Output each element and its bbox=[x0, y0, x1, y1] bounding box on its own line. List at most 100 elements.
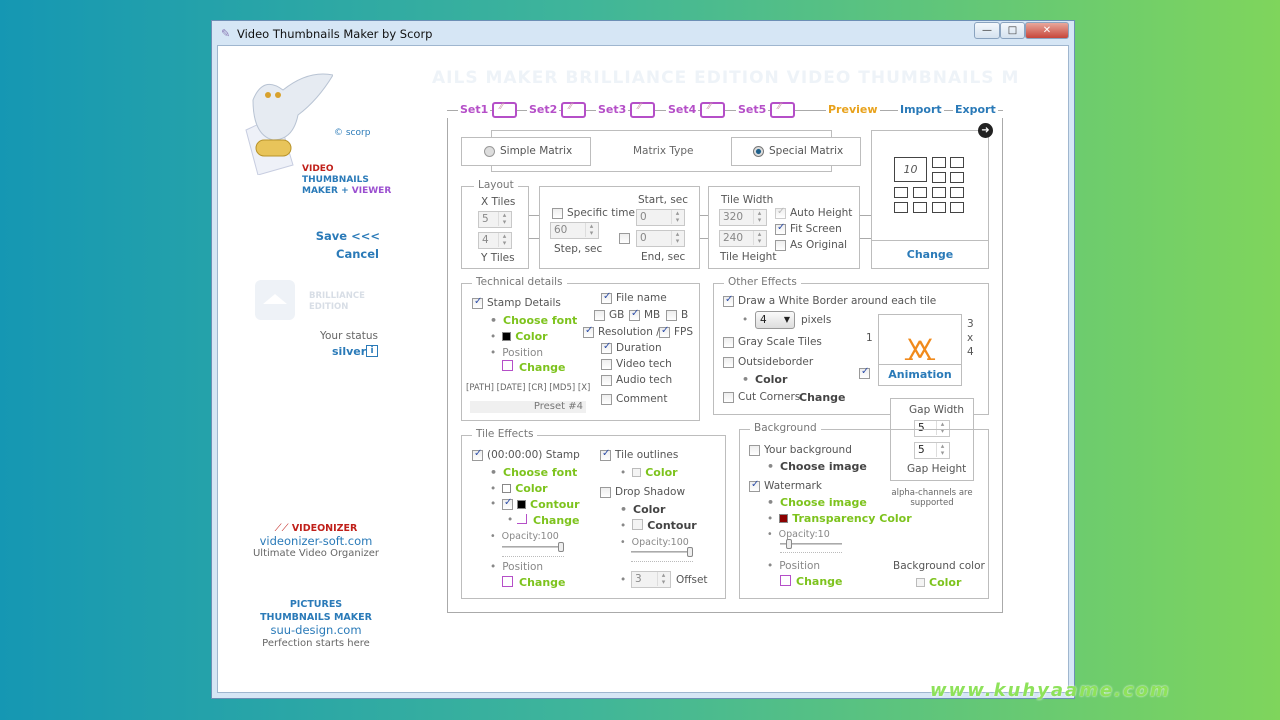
end-spinner[interactable]: 0 bbox=[636, 230, 685, 247]
tile-outlines-checkbox[interactable] bbox=[600, 448, 611, 461]
gb-checkbox[interactable] bbox=[594, 310, 605, 321]
border-px-dropdown[interactable]: 4 ▼ bbox=[755, 311, 795, 329]
cut-corners-checkbox[interactable] bbox=[723, 392, 734, 403]
shadow-contour-link[interactable]: Contour bbox=[647, 519, 697, 532]
tile-choose-font-link[interactable]: Choose font bbox=[490, 466, 577, 479]
set4-edit-icon[interactable] bbox=[700, 102, 725, 118]
animation-checkbox[interactable] bbox=[859, 366, 870, 379]
bg-choose-image-link[interactable]: Choose image bbox=[767, 460, 867, 473]
outline-color-swatch[interactable] bbox=[632, 468, 642, 477]
nav-set5[interactable]: Set5 bbox=[736, 103, 769, 116]
transparency-swatch[interactable] bbox=[779, 514, 789, 523]
b-checkbox[interactable] bbox=[666, 310, 677, 321]
duration-checkbox[interactable] bbox=[601, 341, 612, 354]
stamp-details-checkbox[interactable] bbox=[472, 296, 483, 309]
x-tiles-spinner[interactable]: 5 bbox=[478, 211, 512, 228]
your-background-checkbox[interactable] bbox=[749, 445, 760, 456]
info-icon[interactable]: i bbox=[366, 345, 378, 357]
special-matrix-option[interactable]: Special Matrix bbox=[731, 137, 861, 166]
tile-color-item[interactable]: Color bbox=[490, 482, 548, 495]
promo-url[interactable]: suu-design.com bbox=[216, 624, 416, 637]
start-spinner[interactable]: 0 bbox=[636, 209, 685, 226]
end-time-checkbox[interactable] bbox=[619, 233, 630, 244]
color-swatch[interactable] bbox=[502, 332, 512, 341]
arrow-right-icon[interactable]: ➜ bbox=[978, 123, 993, 138]
comment-checkbox[interactable] bbox=[601, 394, 612, 405]
specific-time-checkbox[interactable] bbox=[552, 208, 563, 219]
tile-height-spinner[interactable]: 240 bbox=[719, 230, 767, 247]
special-matrix-radio[interactable] bbox=[753, 146, 764, 157]
as-original-checkbox[interactable] bbox=[775, 240, 786, 251]
video-tech-checkbox[interactable] bbox=[601, 359, 612, 370]
cut-corners-change-link[interactable]: Change bbox=[799, 391, 846, 404]
preset-field[interactable]: Preset #4 bbox=[470, 401, 586, 413]
nav-preview[interactable]: Preview bbox=[826, 103, 880, 116]
mb-checkbox[interactable] bbox=[629, 308, 640, 321]
nav-set3[interactable]: Set3 bbox=[596, 103, 629, 116]
drop-shadow-checkbox[interactable] bbox=[600, 487, 611, 498]
tile-position-change-link[interactable]: Change bbox=[519, 576, 566, 589]
watermark-opacity-slider-thumb[interactable] bbox=[785, 539, 792, 549]
close-button[interactable]: ✕ bbox=[1025, 22, 1069, 39]
watermark-choose-image-link[interactable]: Choose image bbox=[767, 496, 867, 509]
fit-screen-checkbox[interactable] bbox=[775, 222, 786, 235]
simple-matrix-radio[interactable] bbox=[484, 146, 495, 157]
color-swatch[interactable] bbox=[502, 484, 512, 493]
shadow-contour-swatch[interactable] bbox=[632, 519, 644, 530]
simple-matrix-option[interactable]: Simple Matrix bbox=[461, 137, 591, 166]
y-tiles-spinner[interactable]: 4 bbox=[478, 232, 512, 249]
color-link[interactable]: Color bbox=[515, 330, 547, 343]
gray-scale-checkbox[interactable] bbox=[723, 337, 734, 348]
animation-box[interactable]: 🝪 Animation bbox=[878, 314, 962, 386]
save-button[interactable]: Save <<< bbox=[316, 229, 380, 243]
promo-pictures[interactable]: PICTURES THUMBNAILS MAKER suu-design.com… bbox=[216, 598, 416, 650]
tile-width-spinner[interactable]: 320 bbox=[719, 209, 767, 226]
stamp-checkbox[interactable] bbox=[472, 448, 483, 461]
nav-export[interactable]: Export bbox=[953, 103, 998, 116]
animation-button[interactable]: Animation bbox=[879, 368, 961, 381]
stamp-change-link[interactable]: Change bbox=[533, 514, 580, 527]
maximize-button[interactable]: □ bbox=[1000, 22, 1025, 39]
step-spinner[interactable]: 60 bbox=[550, 222, 599, 239]
color-item[interactable]: Color bbox=[490, 330, 548, 343]
contour-swatch[interactable] bbox=[517, 500, 526, 509]
promo-videonizer[interactable]: ⟋⟋ VIDEONIZER videonizer-soft.com Ultima… bbox=[216, 522, 416, 559]
white-border-checkbox[interactable] bbox=[723, 294, 734, 307]
set1-edit-icon[interactable] bbox=[492, 102, 517, 118]
outside-border-checkbox[interactable] bbox=[723, 357, 734, 368]
nav-import[interactable]: Import bbox=[898, 103, 944, 116]
set2-edit-icon[interactable] bbox=[561, 102, 586, 118]
set3-edit-icon[interactable] bbox=[630, 102, 655, 118]
transparency-color-link[interactable]: Transparency Color bbox=[792, 512, 911, 525]
stamp-tokens[interactable]: [PATH] [DATE] [CR] [MD5] [X] bbox=[466, 383, 590, 393]
background-color-swatch[interactable] bbox=[916, 578, 925, 587]
resolution-checkbox[interactable] bbox=[583, 325, 594, 338]
auto-height-checkbox[interactable] bbox=[775, 206, 786, 219]
shadow-opacity-slider[interactable] bbox=[631, 551, 693, 553]
shadow-color-link[interactable]: Color bbox=[620, 503, 665, 516]
file-name-checkbox[interactable] bbox=[601, 291, 612, 304]
watermark-checkbox[interactable] bbox=[749, 479, 760, 492]
fps-checkbox[interactable] bbox=[659, 325, 670, 338]
offset-spinner[interactable]: 3 bbox=[631, 571, 671, 588]
cancel-button[interactable]: Cancel bbox=[336, 247, 379, 261]
set5-edit-icon[interactable] bbox=[770, 102, 795, 118]
nav-set4[interactable]: Set4 bbox=[666, 103, 699, 116]
outline-color-link[interactable]: Color bbox=[645, 466, 677, 479]
tile-color-link[interactable]: Color bbox=[515, 482, 547, 495]
contour-link[interactable]: Contour bbox=[530, 498, 580, 511]
shadow-opacity-slider-thumb[interactable] bbox=[687, 547, 693, 557]
contour-checkbox[interactable] bbox=[502, 497, 513, 510]
outside-color-link[interactable]: Color bbox=[742, 373, 787, 386]
background-color-link[interactable]: Color bbox=[929, 576, 961, 589]
choose-font-link[interactable]: Choose font bbox=[490, 314, 577, 327]
promo-url[interactable]: videonizer-soft.com bbox=[216, 534, 416, 548]
watermark-position-change-link[interactable]: Change bbox=[796, 575, 843, 588]
audio-tech-checkbox[interactable] bbox=[601, 375, 612, 386]
nav-set1[interactable]: Set1 bbox=[458, 103, 491, 116]
opacity-slider[interactable] bbox=[502, 546, 564, 548]
position-change-link[interactable]: Change bbox=[519, 361, 566, 374]
nav-set2[interactable]: Set2 bbox=[527, 103, 560, 116]
matrix-change-button[interactable]: Change bbox=[872, 248, 988, 261]
minimize-button[interactable]: — bbox=[974, 22, 1000, 39]
